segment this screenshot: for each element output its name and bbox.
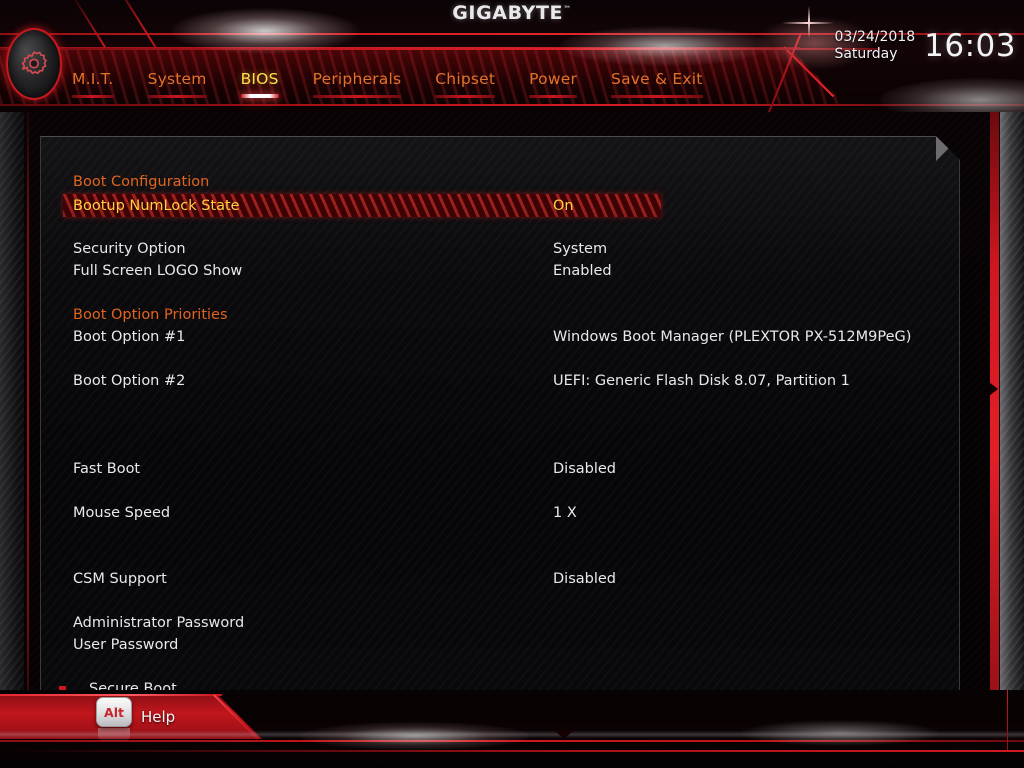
right-rail	[1000, 112, 1024, 732]
settings-panel: Boot Configuration Bootup NumLock State …	[40, 136, 960, 736]
setting-row-boot-option-priorities: Boot Option Priorities	[41, 304, 959, 326]
tab-peripherals[interactable]: Peripherals	[312, 70, 402, 98]
header-rule-mid	[0, 48, 880, 50]
alt-key-label: Alt	[104, 704, 124, 720]
system-datetime: 03/24/2018 Saturday 16:03	[834, 28, 1016, 64]
tab-mit-label: M.I.T.	[72, 70, 114, 88]
footer-glow-1	[300, 722, 530, 750]
date-block: 03/24/2018 Saturday	[834, 29, 915, 63]
main-navigation-tabs[interactable]: M.I.T. System BIOS Peripherals Chipset P…	[72, 70, 737, 106]
setting-row-mouse-speed[interactable]: Mouse Speed 1 X	[41, 502, 959, 524]
tab-peripherals-underline	[312, 95, 402, 98]
panel-corner-bevel	[936, 137, 959, 161]
tab-chipset-label: Chipset	[435, 70, 496, 88]
tab-save-and-exit-underline	[611, 95, 703, 98]
setting-value[interactable]: On	[553, 198, 574, 214]
setting-value[interactable]: Windows Boot Manager (PLEXTOR PX-512M9Pe…	[553, 329, 911, 345]
tab-bios-label: BIOS	[240, 70, 279, 88]
setting-value[interactable]: Disabled	[553, 571, 616, 587]
right-scrollbar[interactable]	[990, 112, 999, 732]
body-area: Boot Configuration Bootup NumLock State …	[0, 112, 1024, 736]
tab-mit-underline	[72, 95, 114, 98]
tab-power-underline	[529, 95, 578, 98]
brand-name: GIGABYTE	[452, 2, 564, 24]
setting-label: Security Option	[73, 241, 186, 257]
brand-logo: GIGABYTE™	[0, 2, 1024, 24]
setting-label: Full Screen LOGO Show	[73, 263, 243, 279]
setting-row-boot-option-2[interactable]: Boot Option #2 UEFI: Generic Flash Disk …	[41, 370, 959, 392]
header-glow-4	[880, 78, 1024, 112]
tab-mit[interactable]: M.I.T.	[72, 70, 114, 98]
gear-icon[interactable]	[6, 28, 62, 100]
footer-frame-horizontal	[0, 750, 1024, 752]
setting-row-security-option[interactable]: Security Option System	[41, 238, 959, 260]
setting-row-administrator-password[interactable]: Administrator Password	[41, 612, 959, 634]
footer-frame-vertical	[1006, 690, 1008, 752]
setting-value[interactable]: Disabled	[553, 461, 616, 477]
tab-chipset[interactable]: Chipset	[435, 70, 496, 98]
tab-save-and-exit[interactable]: Save & Exit	[611, 70, 703, 98]
tab-system[interactable]: System	[147, 70, 207, 98]
setting-label: CSM Support	[73, 571, 167, 587]
setting-value[interactable]: System	[553, 241, 607, 257]
setting-label: Boot Configuration	[73, 174, 210, 190]
chevron-down-icon[interactable]	[554, 730, 574, 739]
footer-glow-2	[740, 720, 940, 746]
header-bar: GIGABYTE™ M.I.T. System BIOS Peripherals…	[0, 0, 1024, 112]
current-weekday: Saturday	[834, 46, 898, 62]
tab-bios[interactable]: BIOS	[240, 70, 279, 98]
setting-row-boot-option-1[interactable]: Boot Option #1 Windows Boot Manager (PLE…	[41, 326, 959, 348]
setting-row-bootup-numlock-state[interactable]: Bootup NumLock State On	[63, 194, 661, 217]
tab-system-label: System	[147, 70, 207, 88]
setting-row-csm-support[interactable]: CSM Support Disabled	[41, 568, 959, 590]
tab-system-underline	[147, 95, 207, 98]
help-label[interactable]: Help	[141, 708, 175, 726]
setting-value[interactable]: Enabled	[553, 263, 612, 279]
setting-row-fast-boot[interactable]: Fast Boot Disabled	[41, 458, 959, 480]
left-rail-accent	[27, 112, 29, 732]
bios-setup-screen: GIGABYTE™ M.I.T. System BIOS Peripherals…	[0, 0, 1024, 768]
tab-power[interactable]: Power	[529, 70, 578, 98]
setting-label: Mouse Speed	[73, 505, 171, 521]
chevron-right-icon[interactable]	[989, 382, 998, 396]
tab-save-and-exit-label: Save & Exit	[611, 70, 703, 88]
setting-value[interactable]: 1 X	[553, 505, 577, 521]
setting-row-boot-configuration: Boot Configuration	[41, 171, 959, 193]
setting-label: Bootup NumLock State	[73, 197, 240, 214]
footer-bar	[0, 690, 1024, 768]
left-rail	[0, 112, 24, 732]
tab-power-label: Power	[529, 70, 578, 88]
setting-label: Boot Option Priorities	[73, 307, 228, 323]
tab-bios-underline	[240, 94, 279, 98]
setting-label: Boot Option #2	[73, 373, 186, 389]
setting-label: Boot Option #1	[73, 329, 186, 345]
help-bar-top-edge	[0, 694, 222, 696]
alt-key-button[interactable]: Alt	[96, 697, 132, 727]
setting-label: Fast Boot	[73, 461, 141, 477]
setting-label: User Password	[73, 637, 179, 653]
current-date: 03/24/2018	[834, 28, 916, 45]
setting-row-user-password[interactable]: User Password	[41, 634, 959, 656]
current-time: 16:03	[924, 28, 1016, 64]
setting-value[interactable]: UEFI: Generic Flash Disk 8.07, Partition…	[553, 373, 850, 389]
setting-row-full-screen-logo-show[interactable]: Full Screen LOGO Show Enabled	[41, 260, 959, 282]
setting-label: Administrator Password	[73, 615, 245, 631]
tab-chipset-underline	[435, 95, 496, 98]
brand-trademark: ™	[563, 4, 572, 14]
alt-key-reflection	[98, 728, 130, 742]
tab-peripherals-label: Peripherals	[312, 70, 402, 88]
